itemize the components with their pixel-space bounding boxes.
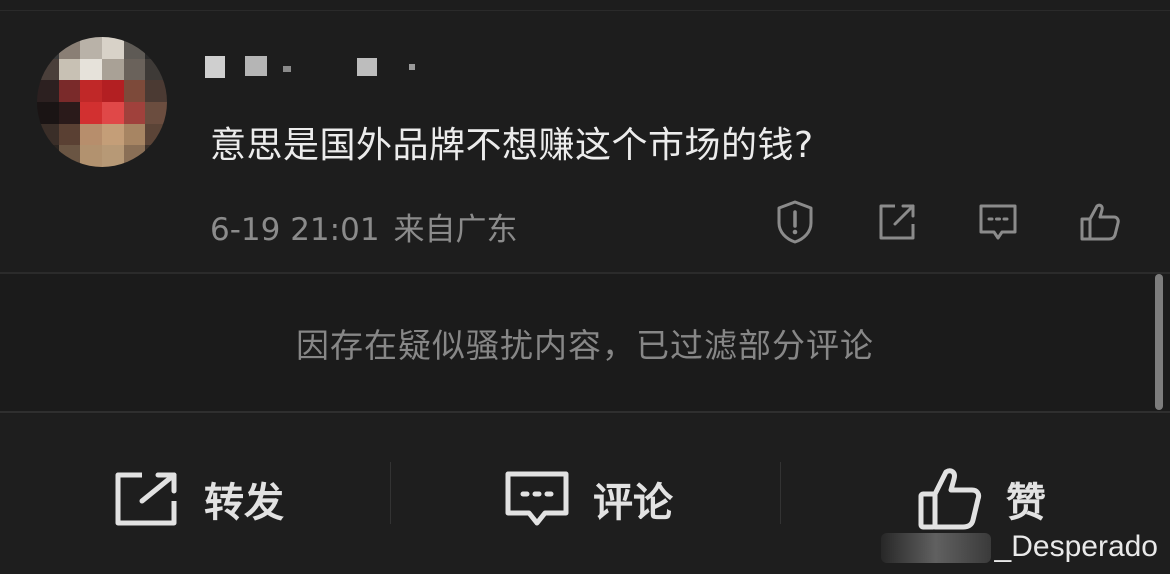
comment-meta: 6-19 21:01 来自广东 (210, 204, 532, 249)
action-separator (780, 462, 781, 524)
comment-button[interactable]: 评论 (503, 464, 673, 534)
watermark-text: _Desperado (994, 530, 1158, 563)
comment-icon (979, 204, 1017, 240)
thumbs-up-icon (918, 468, 982, 530)
report-icon (777, 200, 813, 244)
like-icon (1080, 203, 1120, 241)
avatar[interactable] (37, 37, 167, 167)
username-pixelated[interactable] (205, 56, 425, 78)
filter-notice: 因存在疑似骚扰内容，已过滤部分评论 (0, 274, 1170, 412)
watermark-blur (880, 533, 991, 564)
reply-button[interactable] (974, 198, 1022, 246)
comment-location: 来自广东 (393, 212, 518, 248)
top-divider (0, 10, 1170, 11)
comment-label: 评论 (593, 480, 673, 526)
comment-text: 意思是国外品牌不想赚这个市场的钱? (210, 125, 814, 166)
like-label: 赞 (1006, 480, 1046, 526)
filter-notice-text: 因存在疑似骚扰内容，已过滤部分评论 (296, 326, 874, 365)
comment-icon (505, 471, 569, 526)
watermark: _Desperado (880, 530, 1158, 564)
share-icon (879, 204, 915, 240)
repost-icon (115, 472, 177, 526)
repost-button[interactable]: 转发 (112, 464, 284, 534)
scrollbar[interactable] (1155, 274, 1163, 410)
report-button[interactable] (771, 198, 819, 246)
like-button[interactable] (1076, 198, 1124, 246)
like-button[interactable]: 赞 (916, 464, 1046, 534)
share-button[interactable] (873, 198, 921, 246)
comment-date: 6-19 21:01 (210, 212, 380, 248)
repost-label: 转发 (204, 480, 284, 526)
action-separator (390, 462, 391, 524)
section-divider (0, 411, 1170, 413)
